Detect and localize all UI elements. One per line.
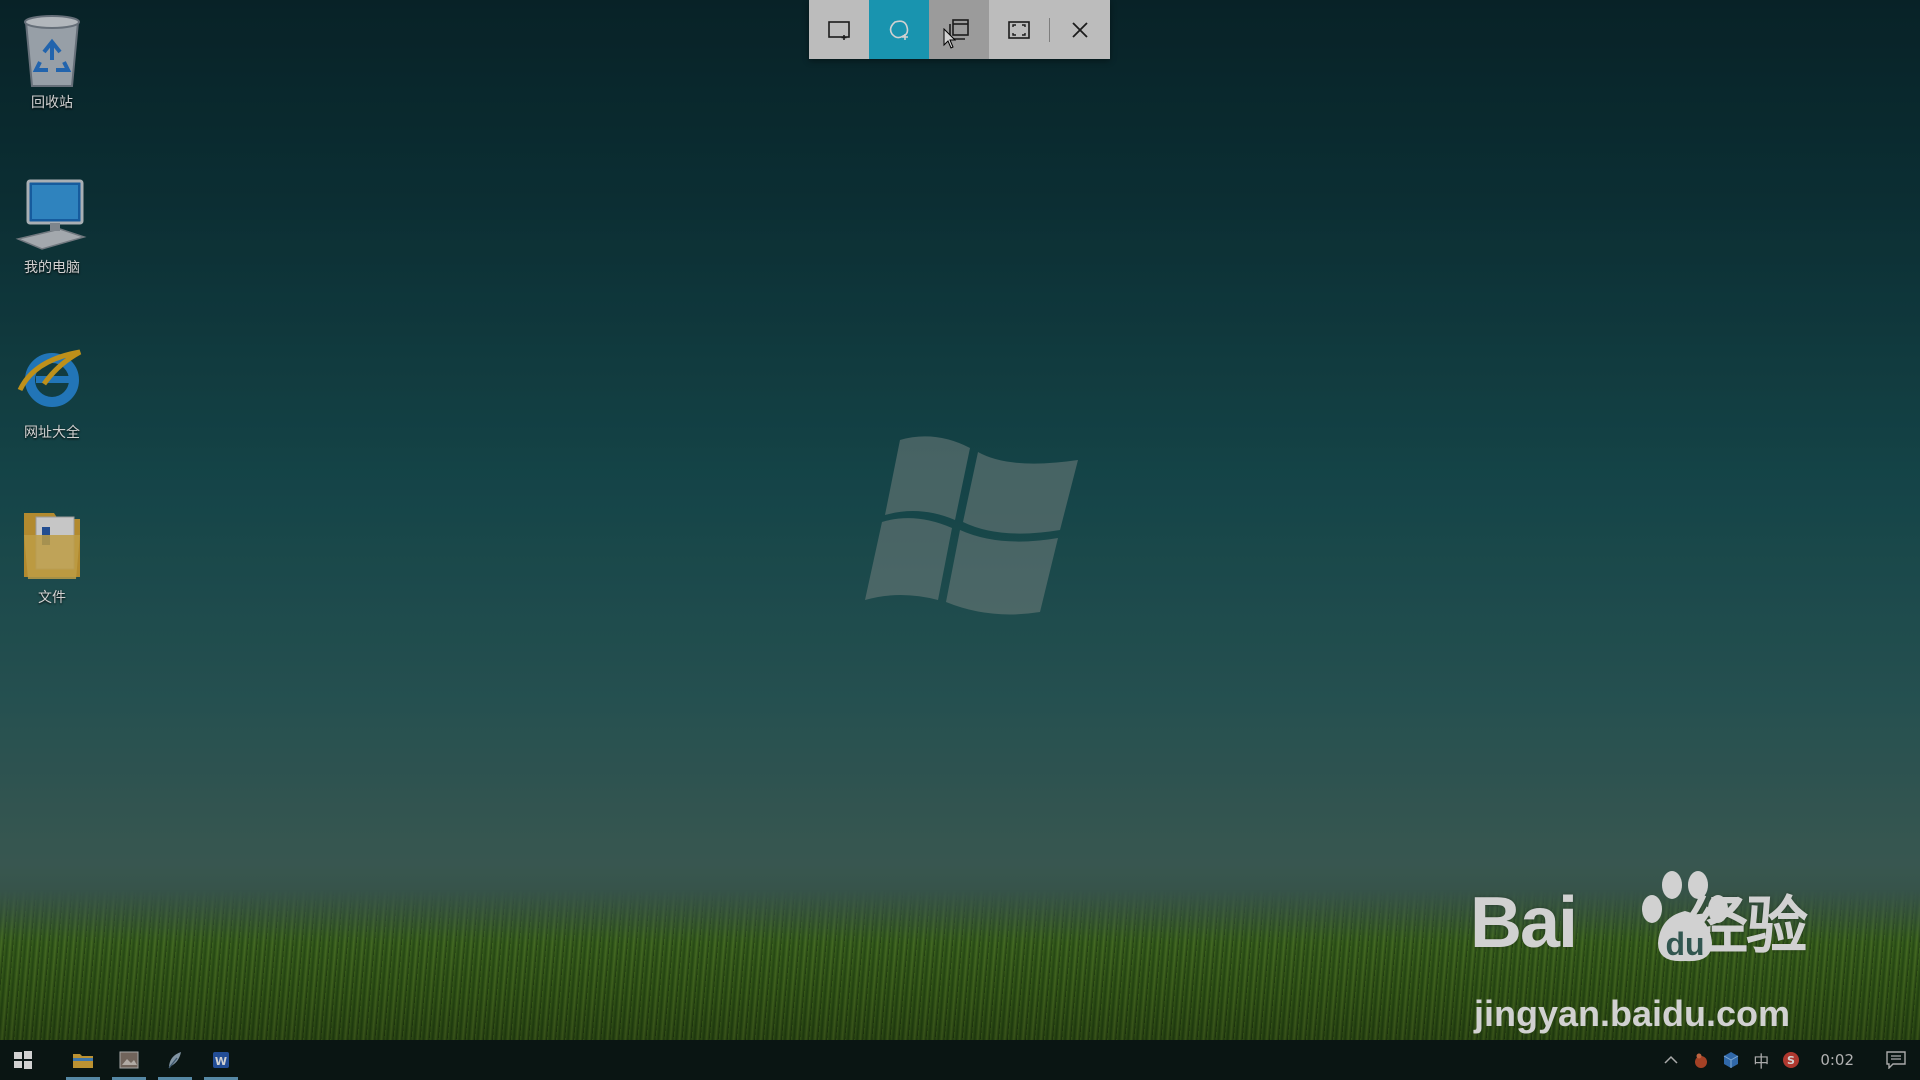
start-icon	[14, 1051, 32, 1069]
tray-sogou-button[interactable]: S	[1776, 1040, 1806, 1080]
taskbar-feather-app[interactable]	[152, 1040, 198, 1080]
desktop: 回收站 我的电脑 网址大全 文件 Bai 经验 du jingyan.baidu…	[0, 0, 1920, 1080]
freeform-snip-button[interactable]	[869, 0, 929, 59]
start-button[interactable]	[0, 1040, 46, 1080]
file-explorer-icon	[73, 1054, 93, 1068]
desktop-icon-label: 回收站	[31, 95, 73, 111]
window-snip-button[interactable]	[929, 0, 989, 59]
baidu-jingyan-watermark: Bai 经验 du jingyan.baidu.com	[1470, 871, 1830, 1035]
recycle-bin-icon	[24, 15, 80, 87]
cube-shield-icon	[1724, 1052, 1739, 1068]
tray-app-button[interactable]	[1686, 1040, 1716, 1080]
word-icon: W	[213, 1052, 229, 1068]
desktop-icon-label: 文件	[38, 590, 66, 606]
baidu-paw-icon: du	[1642, 871, 1728, 962]
feather-app-icon	[168, 1052, 181, 1069]
svg-text:du: du	[1665, 926, 1704, 962]
folder-icon	[24, 513, 80, 579]
taskbar-photos[interactable]	[106, 1040, 152, 1080]
sogou-ime-icon: S	[1783, 1052, 1800, 1068]
system-tray: 中 S 0:02	[1656, 1040, 1920, 1080]
desktop-icon-my-computer[interactable]: 我的电脑	[10, 175, 94, 277]
windows-logo-wallpaper	[865, 436, 1078, 615]
freeform-snip-icon	[889, 19, 909, 40]
internet-explorer-icon	[17, 349, 82, 407]
ime-indicator[interactable]: 中	[1746, 1040, 1776, 1080]
desktop-icon-web-directory[interactable]: 网址大全	[10, 340, 94, 442]
rectangle-snip-button[interactable]	[809, 0, 869, 59]
svg-text:W: W	[215, 1055, 227, 1068]
action-center-button[interactable]	[1872, 1040, 1920, 1080]
show-hidden-icons-button[interactable]	[1656, 1040, 1686, 1080]
fire-app-icon	[1695, 1053, 1708, 1068]
taskbar-word[interactable]: W	[198, 1040, 244, 1080]
taskbar-clock[interactable]: 0:02	[1806, 1051, 1872, 1069]
desktop-icon-folder[interactable]: 文件	[10, 505, 94, 607]
watermark-url: jingyan.baidu.com	[1474, 993, 1791, 1034]
desktop-icon-recycle-bin[interactable]: 回收站	[10, 10, 94, 112]
desktop-icon-label: 网址大全	[24, 425, 80, 441]
rectangle-snip-icon	[828, 20, 850, 40]
taskbar: W 中 S 0:02	[0, 1040, 1920, 1080]
svg-text:S: S	[1787, 1054, 1795, 1067]
fullscreen-snip-icon	[1008, 20, 1030, 39]
tray-security-button[interactable]	[1716, 1040, 1746, 1080]
close-snip-button[interactable]	[1050, 0, 1110, 59]
photos-icon	[119, 1051, 139, 1069]
fullscreen-snip-button[interactable]	[989, 0, 1049, 59]
computer-icon	[15, 179, 87, 250]
desktop-icon-label: 我的电脑	[24, 260, 80, 276]
taskbar-file-explorer[interactable]	[60, 1040, 106, 1080]
close-icon	[1072, 21, 1088, 38]
notification-icon	[1886, 1051, 1906, 1069]
chevron-up-icon	[1664, 1055, 1678, 1064]
mouse-cursor-icon	[943, 28, 957, 49]
snip-toolbar	[809, 0, 1110, 59]
